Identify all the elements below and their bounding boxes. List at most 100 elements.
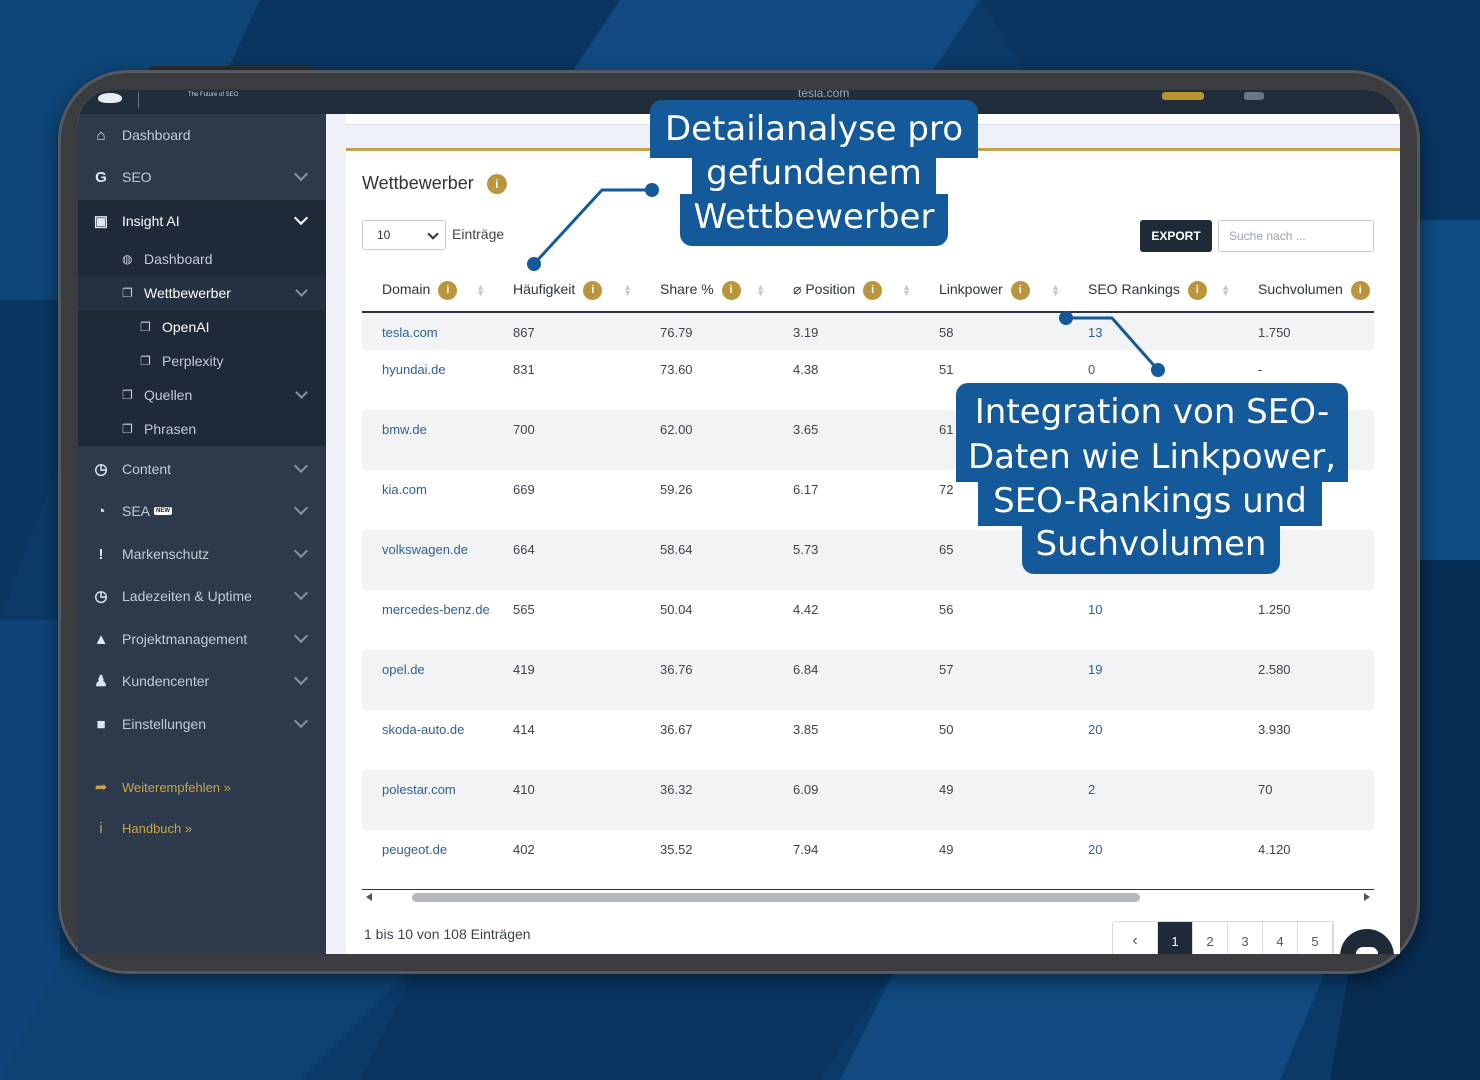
google-g-icon: G xyxy=(95,168,107,186)
table-row: mercedes-benz.de 565 50.04 4.42 56 10 1.… xyxy=(362,590,1374,650)
cell-linkpower: 49 xyxy=(919,770,1068,830)
column-label: Share % xyxy=(660,280,714,297)
share-arrow-icon: ➦ xyxy=(94,779,108,796)
cell-linkpower: 58 xyxy=(919,312,1068,350)
chat-button[interactable] xyxy=(1340,929,1394,954)
column-header-haeufigkeit[interactable]: Häufigkeit i ▲ ▼ xyxy=(493,269,640,313)
cell-position: 3.19 xyxy=(773,312,919,350)
sidebar-item-seo[interactable]: G SEO xyxy=(78,156,326,198)
divider xyxy=(138,92,139,108)
sidebar-item-label: Quellen xyxy=(144,387,193,403)
horizontal-scrollbar[interactable] xyxy=(362,889,1374,904)
seo-rankings-link[interactable]: 13 xyxy=(1068,312,1238,350)
sidebar-item-perplexity[interactable]: ❐ Perplexity xyxy=(78,344,326,378)
table-row: skoda-auto.de 414 36.67 3.85 50 20 3.930 xyxy=(362,710,1374,770)
sidebar-item-openai[interactable]: ❐ OpenAI xyxy=(78,310,326,344)
table-row: tesla.com 867 76.79 3.19 58 13 1.750 xyxy=(362,312,1374,350)
seo-rankings-link[interactable]: 19 xyxy=(1068,650,1238,710)
domain-link[interactable]: skoda-auto.de xyxy=(362,710,493,770)
competitors-table: Domain i ▲ ▼ Häufigkeit i ▲ ▼ Share % i ▲ ▼ ⌀ Pos… xyxy=(362,269,1374,890)
info-icon[interactable]: i xyxy=(583,280,603,300)
domain-link[interactable]: bmw.de xyxy=(362,410,493,470)
cell-suchvolumen: 2.580 xyxy=(1238,650,1374,710)
info-icon[interactable]: i xyxy=(721,280,741,300)
search-input[interactable]: Suche nach ... xyxy=(1218,220,1374,252)
info-icon[interactable]: i xyxy=(438,280,458,300)
page-button[interactable]: 1 xyxy=(1158,922,1193,954)
domain-link[interactable]: kia.com xyxy=(362,470,493,530)
cell-haeufigkeit: 700 xyxy=(493,410,640,470)
cell-position: 6.17 xyxy=(793,482,819,497)
column-header-linkpower[interactable]: Linkpower i ▲ ▼ xyxy=(919,269,1068,313)
seo-rankings-link[interactable]: 10 xyxy=(1068,590,1238,650)
callout-bottom-line1: Integration von SEO- xyxy=(956,383,1348,441)
sidebar-item-kundencenter[interactable]: ♟ Kundencenter xyxy=(78,660,326,702)
column-header-share[interactable]: Share % i ▲ ▼ xyxy=(640,269,773,313)
column-header-suchvolumen[interactable]: Suchvolumen i xyxy=(1238,269,1374,313)
cell-suchvolumen: 3.930 xyxy=(1258,722,1291,737)
scroll-right-icon[interactable] xyxy=(1364,893,1370,901)
sidebar-item-phrasen[interactable]: ❐ Phrasen xyxy=(78,412,326,446)
link-label: Handbuch » xyxy=(122,820,193,836)
sidebar-item-sea[interactable]: ◔ SEA NEW xyxy=(78,490,326,532)
prev-page-button[interactable]: ‹ xyxy=(1113,922,1158,954)
domain-link[interactable]: polestar.com xyxy=(362,770,493,830)
column-header-domain[interactable]: Domain i ▲ ▼ xyxy=(362,269,493,313)
cell-position: 5.73 xyxy=(773,530,919,590)
sidebar-item-content[interactable]: ◷ Content xyxy=(78,448,326,490)
sidebar-item-markenschutz[interactable]: ! Markenschutz xyxy=(78,533,326,575)
domain-link[interactable]: tesla.com xyxy=(362,312,493,350)
domain-link[interactable]: volkswagen.de xyxy=(362,530,493,590)
cell-position: 4.42 xyxy=(793,602,819,617)
sidebar-item-dashboard[interactable]: ⌂ Dashboard xyxy=(78,114,326,156)
chevron-down-icon xyxy=(293,713,309,729)
notification-icon[interactable] xyxy=(1162,92,1204,100)
seo-rankings-link[interactable]: 20 xyxy=(1068,830,1238,890)
sidebar-item-wettbewerber[interactable]: ❐ Wettbewerber xyxy=(78,276,326,310)
scrollbar-thumb[interactable] xyxy=(412,893,1140,902)
info-icon[interactable]: i xyxy=(1010,280,1030,300)
column-header-seo-rankings[interactable]: SEO Rankings i ▲ ▼ xyxy=(1068,269,1238,313)
callout-top-line3: Wettbewerber xyxy=(680,194,948,246)
info-icon[interactable]: i xyxy=(1350,280,1370,300)
callout-bottom-line2: Daten wie Linkpower, xyxy=(956,436,1348,482)
project-domain[interactable]: tesla.com xyxy=(798,90,849,100)
info-icon[interactable]: i xyxy=(1187,280,1207,300)
sidebar-item-einstellungen[interactable]: ■ Einstellungen xyxy=(78,703,326,745)
cell-suchvolumen: 4.120 xyxy=(1258,842,1291,857)
callout-bottom-line3: SEO-Rankings und xyxy=(978,480,1322,526)
page-button[interactable]: 2 xyxy=(1193,922,1228,954)
sort-icon: ▲ ▼ xyxy=(756,282,765,298)
cell-linkpower: 50 xyxy=(939,722,954,737)
cell-haeufigkeit: 669 xyxy=(513,482,535,497)
domain-link[interactable]: mercedes-benz.de xyxy=(362,590,493,650)
sidebar-item-ladezeiten[interactable]: ◷ Ladezeiten & Uptime xyxy=(78,575,326,617)
page-length-value: 10 xyxy=(377,228,391,242)
sidebar-item-label: Projektmanagement xyxy=(122,631,248,647)
sidebar-item-ai-dashboard[interactable]: ◍ Dashboard xyxy=(78,242,326,276)
sidebar-item-projektmanagement[interactable]: ▲ Projektmanagement xyxy=(78,618,326,660)
domain-link[interactable]: hyundai.de xyxy=(362,350,493,410)
info-icon[interactable]: i xyxy=(486,174,507,195)
table-info: 1 bis 10 von 108 Einträgen xyxy=(364,926,531,942)
seo-rankings-link[interactable]: 20 xyxy=(1068,710,1238,770)
seo-rankings-link[interactable]: 2 xyxy=(1068,770,1238,830)
handbuch-link[interactable]: i Handbuch » xyxy=(78,813,326,843)
page-button[interactable]: 3 xyxy=(1228,922,1263,954)
domain-link[interactable]: opel.de xyxy=(362,650,493,710)
column-header-position[interactable]: ⌀ Position i ▲ ▼ xyxy=(773,269,919,313)
clock-icon: ◷ xyxy=(94,461,108,478)
export-button[interactable]: EXPORT xyxy=(1140,220,1212,252)
weiterempfehlen-link[interactable]: ➦ Weiterempfehlen » xyxy=(78,772,326,802)
logo-tagline: The Future of SEO xyxy=(188,92,239,98)
page-button[interactable]: 5 xyxy=(1298,922,1333,954)
menu-icon[interactable] xyxy=(1244,92,1264,100)
domain-link[interactable]: peugeot.de xyxy=(362,830,493,890)
page-button[interactable]: 4 xyxy=(1263,922,1298,954)
sidebar-item-quellen[interactable]: ❐ Quellen xyxy=(78,378,326,412)
page-length-select[interactable]: 10 xyxy=(362,220,446,250)
sort-icon: ▲ ▼ xyxy=(476,282,485,298)
info-icon[interactable]: i xyxy=(863,280,883,300)
scroll-left-icon[interactable] xyxy=(366,893,372,901)
sidebar-item-insight-ai[interactable]: ▣ Insight AI xyxy=(78,200,326,242)
